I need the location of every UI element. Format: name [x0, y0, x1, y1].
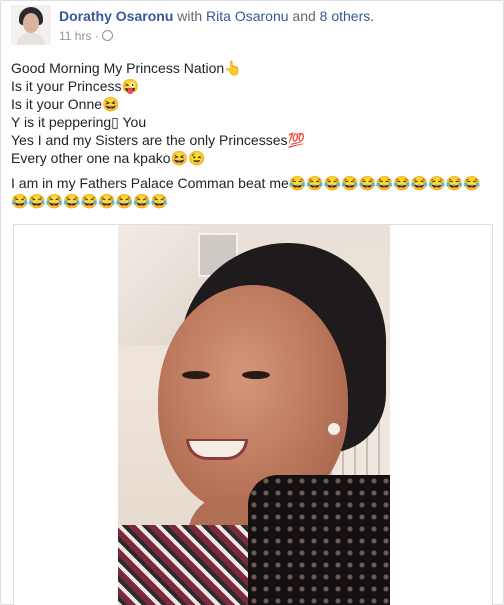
body-line: Y is it peppering▯ You: [11, 114, 147, 130]
body-line: Is it your Onne😆: [11, 96, 120, 112]
others-link[interactable]: 8 others.: [320, 8, 374, 24]
with-text: with: [177, 8, 203, 24]
avatar[interactable]: [11, 5, 51, 45]
and-text: and: [292, 8, 316, 24]
post-meta: 11 hrs ·: [59, 29, 113, 43]
post-photo[interactable]: [13, 224, 493, 605]
globe-icon[interactable]: [101, 30, 113, 41]
author-link[interactable]: Dorathy Osaronu: [59, 8, 173, 24]
post-card: Dorathy Osaronu with Rita Osaronu and 8 …: [0, 0, 504, 605]
body-line: I am in my Fathers Palace Comman beat me…: [11, 175, 481, 209]
body-line: Is it your Princess😜: [11, 78, 139, 94]
post-body: Good Morning My Princess Nation👆 Is it y…: [11, 59, 497, 210]
body-line: Yes I and my Sisters are the only Prince…: [11, 132, 305, 148]
photo-image[interactable]: [118, 225, 390, 605]
body-line: Every other one na kpako😆😉: [11, 150, 206, 166]
timestamp-link[interactable]: 11 hrs: [59, 29, 91, 43]
post-title: Dorathy Osaronu with Rita Osaronu and 8 …: [59, 8, 374, 24]
body-line: Good Morning My Princess Nation👆: [11, 60, 242, 76]
tagged-person-link[interactable]: Rita Osaronu: [206, 8, 288, 24]
